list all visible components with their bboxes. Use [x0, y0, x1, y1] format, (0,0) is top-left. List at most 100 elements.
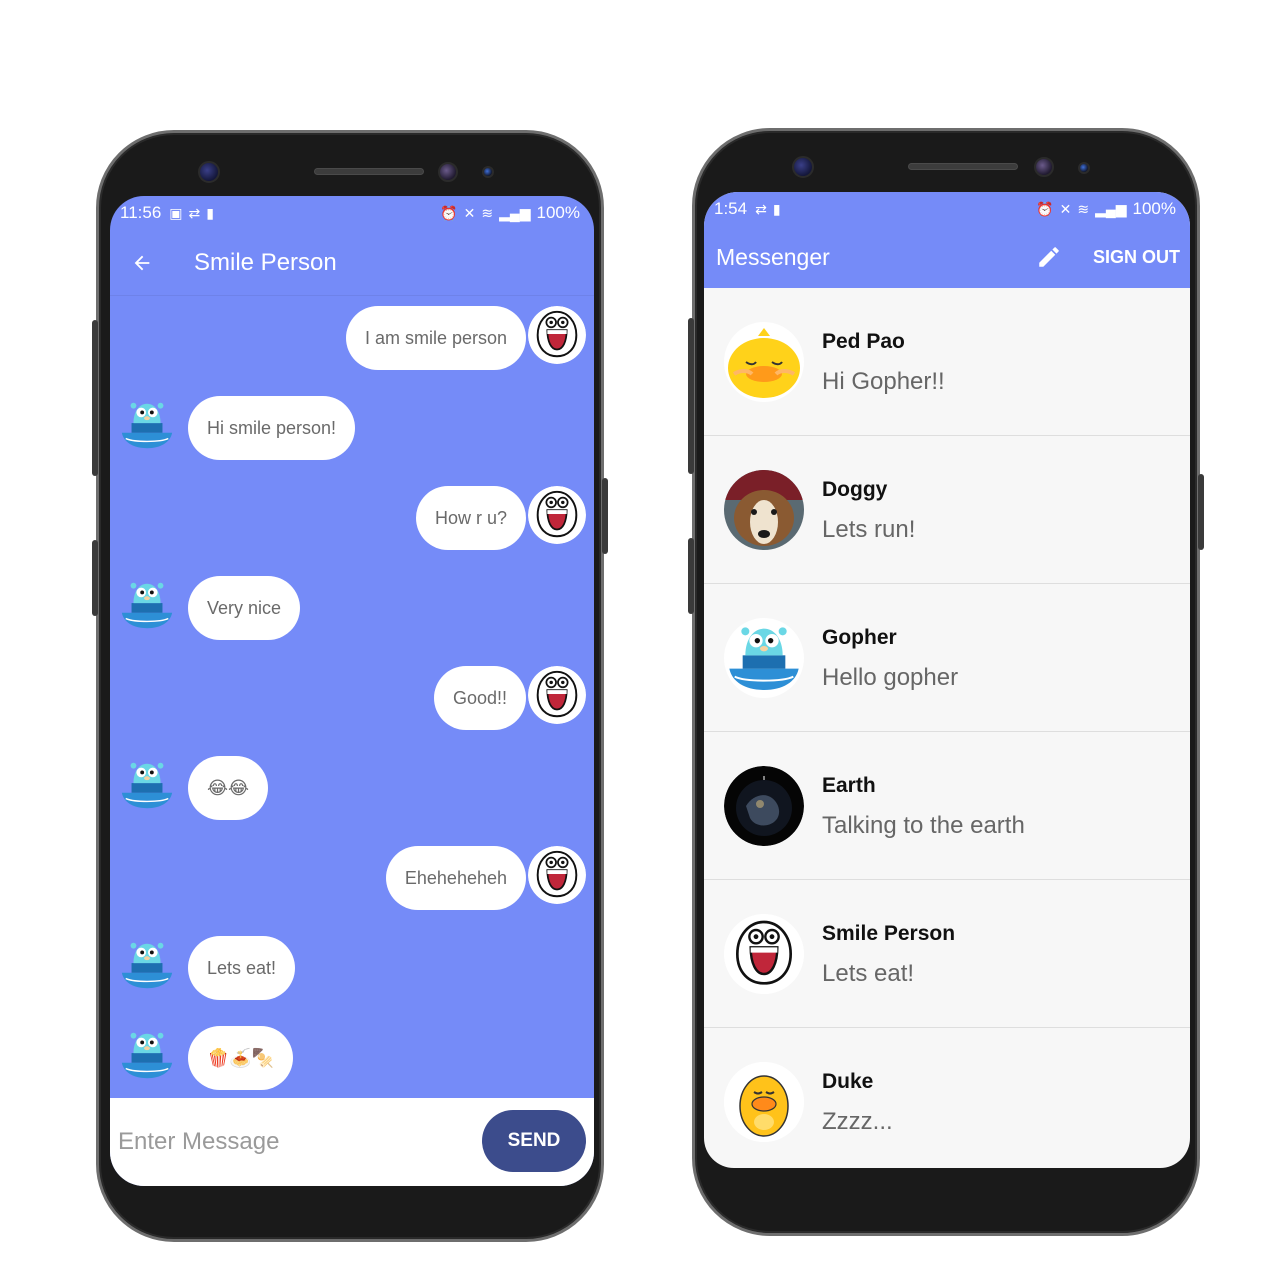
message-bubble: 🍿🍝🍢: [188, 1026, 294, 1090]
contact-name: Ped Pao: [822, 330, 905, 353]
dog-photo-avatar: [724, 470, 804, 550]
back-button[interactable]: [110, 230, 174, 296]
pencil-icon: [1039, 247, 1059, 267]
send-button[interactable]: SEND: [482, 1110, 586, 1172]
share-icon: ⇄: [188, 204, 201, 221]
conversation-item[interactable]: Gopher Hello gopher: [704, 584, 1190, 732]
message-row: Lets eat!: [188, 936, 296, 1000]
power-button-left: [602, 478, 608, 554]
power-button-right: [1198, 474, 1204, 550]
message-row: Eheheheheh: [385, 846, 526, 910]
app-title: Messenger: [716, 243, 830, 270]
proximity-sensor: [482, 166, 494, 178]
last-message: Hi Gopher!!: [822, 368, 945, 395]
contact-name: Gopher: [822, 626, 897, 649]
yellow-chick-avatar: [724, 322, 804, 402]
gopher-avatar: [118, 1026, 176, 1084]
gopher-avatar: [724, 618, 804, 698]
earth-avatar: [724, 766, 804, 846]
iris-sensor: [792, 156, 814, 178]
gopher-avatar: [118, 576, 176, 634]
message-row: Hi smile person!: [188, 396, 356, 460]
proximity-sensor: [1078, 162, 1090, 174]
message-bubble: 😂😂: [188, 756, 269, 820]
chat-screen: 11:56 ▣ ⇄ ▮ ⏰ ✕ ≋ ▂▄▆ 100% Smile Person I …: [110, 196, 594, 1186]
clipboard-icon: ▮: [772, 200, 781, 217]
volume-button-right: [688, 318, 694, 474]
arrow-left-icon: [134, 255, 150, 270]
sign-out-button[interactable]: SIGN OUT: [1093, 247, 1180, 268]
front-camera: [438, 162, 458, 182]
battery-percent: 100%: [536, 203, 580, 222]
contact-name: Doggy: [822, 478, 888, 501]
clipboard-icon: ▮: [206, 204, 214, 221]
mute-icon: ✕: [1059, 200, 1072, 217]
chat-app-bar: Smile Person: [110, 230, 594, 296]
signal-icon: ▂▄▆: [1095, 200, 1127, 217]
notification-icons: ⇄ ▮: [755, 201, 780, 218]
message-bubble: How r u?: [415, 486, 526, 550]
share-icon: ⇄: [755, 200, 767, 217]
message-row: Good!!: [433, 666, 526, 730]
smile-face-avatar: [528, 846, 586, 904]
chat-title: Smile Person: [194, 248, 337, 276]
showcase: 11:56 ▣ ⇄ ▮ ⏰ ✕ ≋ ▂▄▆ 100% Smile Person I …: [0, 0, 1280, 1280]
messenger-app-bar: Messenger SIGN OUT: [704, 226, 1190, 288]
last-message: Lets run!: [822, 516, 916, 543]
last-message: Hello gopher: [822, 664, 959, 691]
message-bubble: I am smile person: [345, 306, 526, 370]
conversation-item[interactable]: Earth Talking to the earth: [704, 732, 1190, 880]
battery-percent: 100%: [1132, 199, 1176, 218]
status-time: 1:54: [714, 199, 748, 218]
compose-button[interactable]: [1029, 237, 1069, 277]
last-message: Lets eat!: [822, 960, 915, 987]
message-row: Very nice: [188, 576, 301, 640]
earpiece-speaker: [908, 163, 1018, 170]
gopher-avatar: [118, 756, 176, 814]
wifi-icon: ≋: [481, 204, 494, 221]
conversation-item[interactable]: Doggy Lets run!: [704, 436, 1190, 584]
conversation-item[interactable]: Duke Zzzz...: [704, 1028, 1190, 1168]
smile-face-avatar: [724, 914, 804, 994]
notification-icons: ▣ ⇄ ▮: [169, 205, 214, 222]
message-row: 😂😂: [188, 756, 269, 820]
conversation-list: Ped Pao Hi Gopher!! Doggy Lets run! Goph…: [704, 288, 1190, 1168]
message-bubble: Lets eat!: [188, 936, 296, 1000]
message-row: I am smile person: [345, 306, 526, 370]
duck-avatar: [724, 1062, 804, 1142]
front-camera: [1034, 157, 1054, 177]
messenger-screen: 1:54 ⇄ ▮ ⏰ ✕ ≋ ▂▄▆ 100% Messenger SIGN OU…: [704, 192, 1190, 1168]
contact-name: Duke: [822, 1070, 874, 1093]
earpiece-speaker: [314, 168, 424, 175]
last-message: Talking to the earth: [822, 812, 1025, 839]
bixby-button-left: [92, 540, 98, 616]
gopher-avatar: [118, 396, 176, 454]
conversation-item[interactable]: Ped Pao Hi Gopher!!: [704, 288, 1190, 436]
message-input[interactable]: [118, 1120, 478, 1164]
message-bubble: Eheheheheh: [385, 846, 526, 910]
contact-name: Earth: [822, 774, 876, 797]
mute-icon: ✕: [463, 204, 476, 221]
smile-face-avatar: [528, 306, 586, 364]
status-bar: 11:56 ▣ ⇄ ▮ ⏰ ✕ ≋ ▂▄▆ 100%: [110, 196, 594, 230]
smile-face-avatar: [528, 666, 586, 724]
status-bar: 1:54 ⇄ ▮ ⏰ ✕ ≋ ▂▄▆ 100%: [704, 192, 1190, 226]
contact-name: Smile Person: [822, 922, 956, 945]
message-row: How r u?: [415, 486, 526, 550]
bixby-button-right: [688, 538, 694, 614]
message-bubble: Good!!: [433, 666, 526, 730]
status-time: 11:56: [120, 203, 162, 222]
alarm-icon: ⏰: [1036, 200, 1054, 217]
wifi-icon: ≋: [1077, 200, 1090, 217]
volume-button-left: [92, 320, 98, 476]
conversation-item[interactable]: Smile Person Lets eat!: [704, 880, 1190, 1028]
smile-face-avatar: [528, 486, 586, 544]
gopher-avatar: [118, 936, 176, 994]
alarm-icon: ⏰: [440, 204, 458, 221]
message-bubble: Very nice: [188, 576, 301, 640]
message-bubble: Hi smile person!: [188, 396, 356, 460]
iris-sensor: [198, 161, 220, 183]
last-message: Zzzz...: [822, 1108, 893, 1135]
message-input-bar: SEND: [110, 1098, 594, 1186]
image-icon: ▣: [169, 204, 183, 221]
